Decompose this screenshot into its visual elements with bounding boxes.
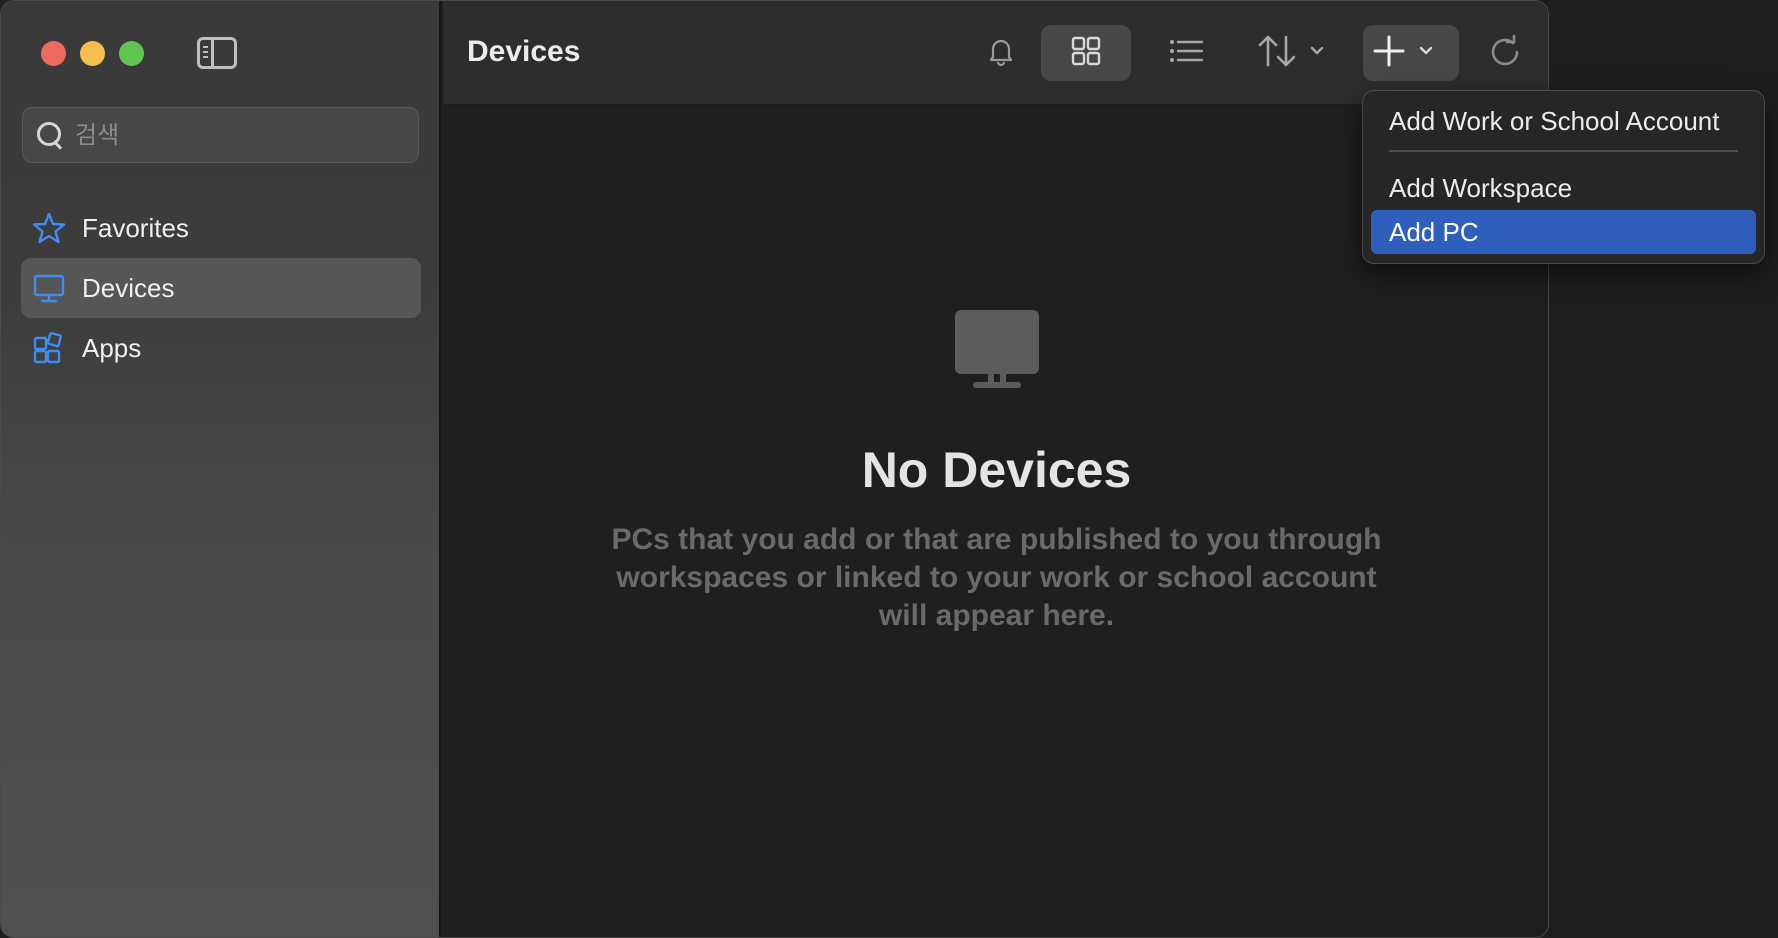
sidebar-nav: Favorites Devices Apps (21, 198, 421, 378)
sidebar-item-apps[interactable]: Apps (21, 318, 421, 378)
empty-state-description: PCs that you add or that are published t… (611, 523, 1382, 632)
menu-item-add-workspace[interactable]: Add Workspace (1371, 166, 1756, 210)
notifications-button[interactable] (973, 25, 1029, 81)
list-view-button[interactable] (1151, 25, 1221, 81)
sidebar-item-label: Favorites (82, 212, 189, 243)
search-field[interactable] (22, 107, 419, 163)
sort-button[interactable] (1251, 25, 1341, 81)
minimize-window-button[interactable] (80, 41, 105, 66)
refresh-icon (1487, 33, 1523, 74)
window-controls (41, 41, 144, 66)
menu-item-add-work-or-school-account[interactable]: Add Work or School Account (1371, 99, 1756, 143)
add-button[interactable] (1363, 25, 1459, 81)
zoom-window-button[interactable] (119, 41, 144, 66)
search-icon (35, 120, 65, 150)
sidebar-toggle-icon[interactable] (197, 37, 237, 69)
bell-icon (984, 34, 1018, 73)
add-menu: Add Work or School Account Add Workspace… (1362, 90, 1765, 264)
grid-view-button[interactable] (1041, 25, 1131, 81)
add-icon (1371, 31, 1451, 76)
sort-icon (1256, 31, 1336, 76)
sidebar-item-label: Devices (82, 272, 175, 303)
grid-view-icon (1069, 34, 1103, 73)
menu-item-add-pc[interactable]: Add PC (1371, 210, 1756, 254)
empty-state-title: No Devices (861, 442, 1132, 498)
list-view-icon (1167, 34, 1205, 73)
menu-separator (1389, 150, 1738, 152)
page-title: Devices (467, 35, 581, 68)
sidebar-item-label: Apps (82, 332, 142, 363)
close-window-button[interactable] (41, 41, 66, 66)
search-input[interactable] (73, 120, 393, 150)
monitor-icon (955, 310, 1039, 390)
refresh-button[interactable] (1477, 25, 1533, 81)
sidebar-item-devices[interactable]: Devices (21, 258, 421, 318)
app-window: Favorites Devices (0, 0, 1549, 938)
sidebar: Favorites Devices (1, 1, 441, 937)
apps-grid-icon (32, 331, 66, 365)
monitor-icon (32, 271, 66, 305)
star-icon (32, 211, 66, 245)
sidebar-item-favorites[interactable]: Favorites (21, 198, 421, 258)
